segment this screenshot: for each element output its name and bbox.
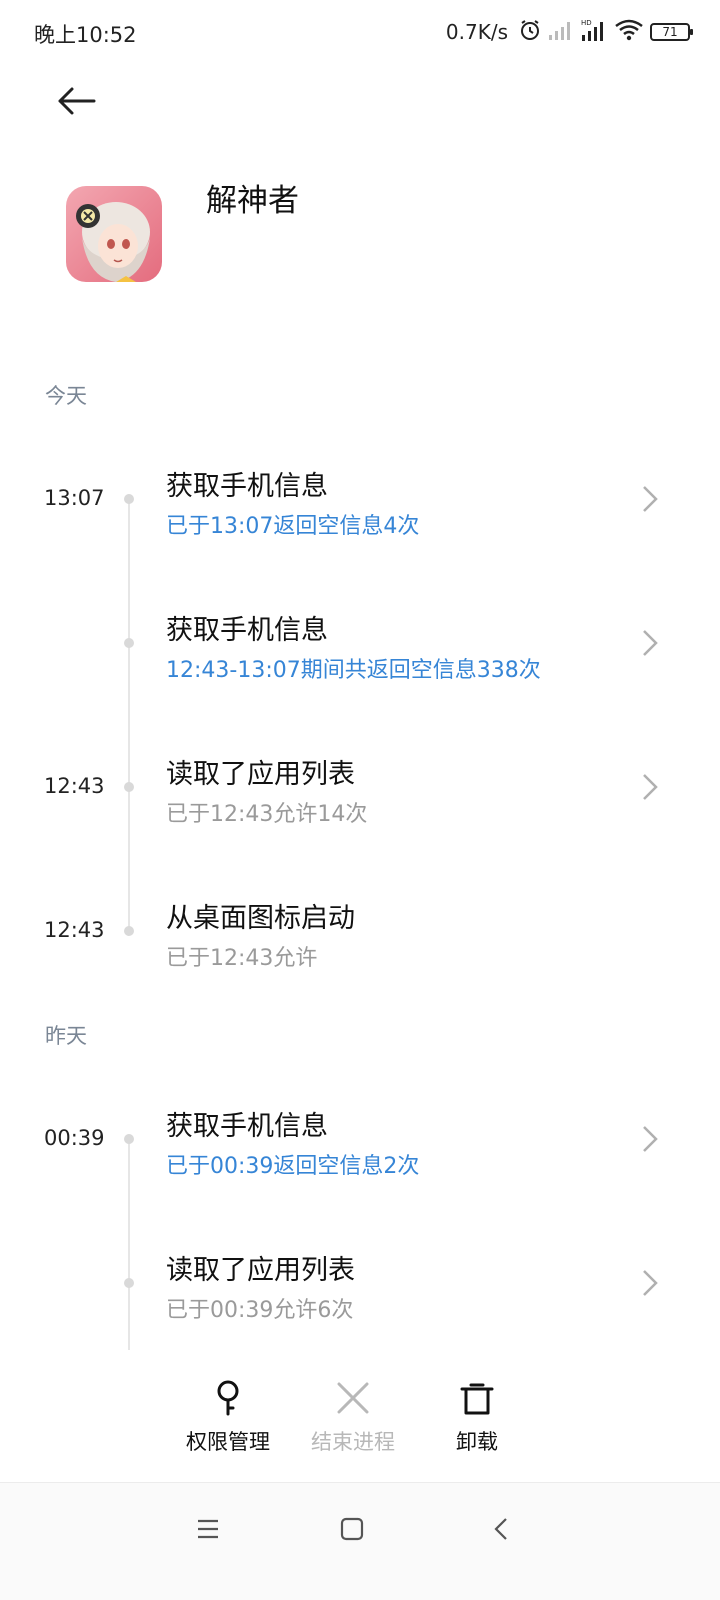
- signal-sim2-icon: HD: [580, 18, 608, 46]
- chevron-right-icon: [643, 1270, 658, 1296]
- chevron-left-icon: [494, 1518, 507, 1540]
- timeline-event[interactable]: 12:43 读取了应用列表 已于12:43允许14次: [0, 726, 720, 846]
- uninstall-label: 卸载: [456, 1430, 498, 1454]
- timeline-line-today: [128, 498, 130, 929]
- event-title: 获取手机信息: [166, 615, 328, 646]
- timeline-dot: [124, 1134, 134, 1144]
- chevron-right-icon: [643, 630, 658, 656]
- alarm-icon: [518, 18, 542, 46]
- status-bar: 晚上10:52 0.7K/s HD 71: [0, 0, 720, 64]
- event-subtitle: 已于12:43允许: [166, 946, 318, 971]
- net-speed: 0.7K/s: [445, 20, 508, 44]
- section-label-yesterday: 昨天: [45, 1024, 87, 1048]
- event-time: 12:43: [44, 774, 105, 798]
- timeline-event[interactable]: 00:39 获取手机信息 已于00:39返回空信息2次: [0, 1078, 720, 1198]
- status-time: 晚上10:52: [34, 23, 137, 47]
- app-icon: [66, 186, 162, 282]
- home-square-icon: [340, 1517, 364, 1541]
- event-time: 12:43: [44, 918, 105, 942]
- event-time: 00:39: [44, 1126, 105, 1150]
- timeline-dot: [124, 1278, 134, 1288]
- back-arrow-icon: [58, 87, 96, 115]
- timeline-event: 12:43 从桌面图标启动 已于12:43允许: [0, 870, 720, 990]
- chevron-right-icon: [643, 1126, 658, 1152]
- home-button[interactable]: [332, 1509, 372, 1549]
- permissions-button[interactable]: 权限管理: [168, 1378, 288, 1456]
- timeline-dot: [124, 782, 134, 792]
- end-process-button[interactable]: 结束进程: [293, 1378, 413, 1456]
- key-icon: [217, 1380, 239, 1416]
- menu-icon: [198, 1519, 218, 1539]
- event-time: 13:07: [44, 486, 105, 510]
- section-label-today: 今天: [45, 384, 87, 408]
- timeline-dot: [124, 926, 134, 936]
- nav-back-button[interactable]: [482, 1509, 522, 1549]
- end-process-label: 结束进程: [311, 1430, 395, 1454]
- timeline-event[interactable]: 13:07 获取手机信息 已于13:07返回空信息4次: [0, 438, 720, 558]
- trash-icon: [460, 1383, 494, 1415]
- system-nav-bar: [0, 1483, 720, 1600]
- uninstall-button[interactable]: 卸载: [417, 1378, 537, 1456]
- close-icon: [337, 1382, 369, 1414]
- timeline-event[interactable]: 获取手机信息 12:43-13:07期间共返回空信息338次: [0, 582, 720, 702]
- back-button[interactable]: [48, 76, 104, 126]
- event-title: 获取手机信息: [166, 471, 328, 502]
- action-bar: 权限管理 结束进程 卸载: [0, 1368, 720, 1478]
- event-title: 从桌面图标启动: [166, 903, 355, 934]
- svg-text:HD: HD: [581, 19, 592, 27]
- chevron-right-icon: [643, 774, 658, 800]
- permissions-label: 权限管理: [186, 1430, 270, 1454]
- battery-icon: 71: [650, 23, 693, 41]
- event-subtitle: 12:43-13:07期间共返回空信息338次: [166, 658, 541, 683]
- event-subtitle: 已于13:07返回空信息4次: [166, 514, 420, 539]
- event-subtitle: 已于12:43允许14次: [166, 802, 368, 827]
- timeline-dot: [124, 638, 134, 648]
- status-icons: 0.7K/s HD 71: [445, 16, 693, 48]
- chevron-right-icon: [643, 486, 658, 512]
- app-name: 解神者: [206, 183, 299, 219]
- event-subtitle: 已于00:39允许6次: [166, 1298, 354, 1323]
- signal-sim1-icon: [548, 19, 574, 45]
- event-title: 获取手机信息: [166, 1111, 328, 1142]
- event-title: 读取了应用列表: [166, 759, 355, 790]
- timeline-event[interactable]: 读取了应用列表 已于00:39允许6次: [0, 1222, 720, 1342]
- recents-button[interactable]: [188, 1509, 228, 1549]
- event-subtitle: 已于00:39返回空信息2次: [166, 1154, 420, 1179]
- timeline-dot: [124, 494, 134, 504]
- wifi-icon: [614, 18, 644, 46]
- event-title: 读取了应用列表: [166, 1255, 355, 1286]
